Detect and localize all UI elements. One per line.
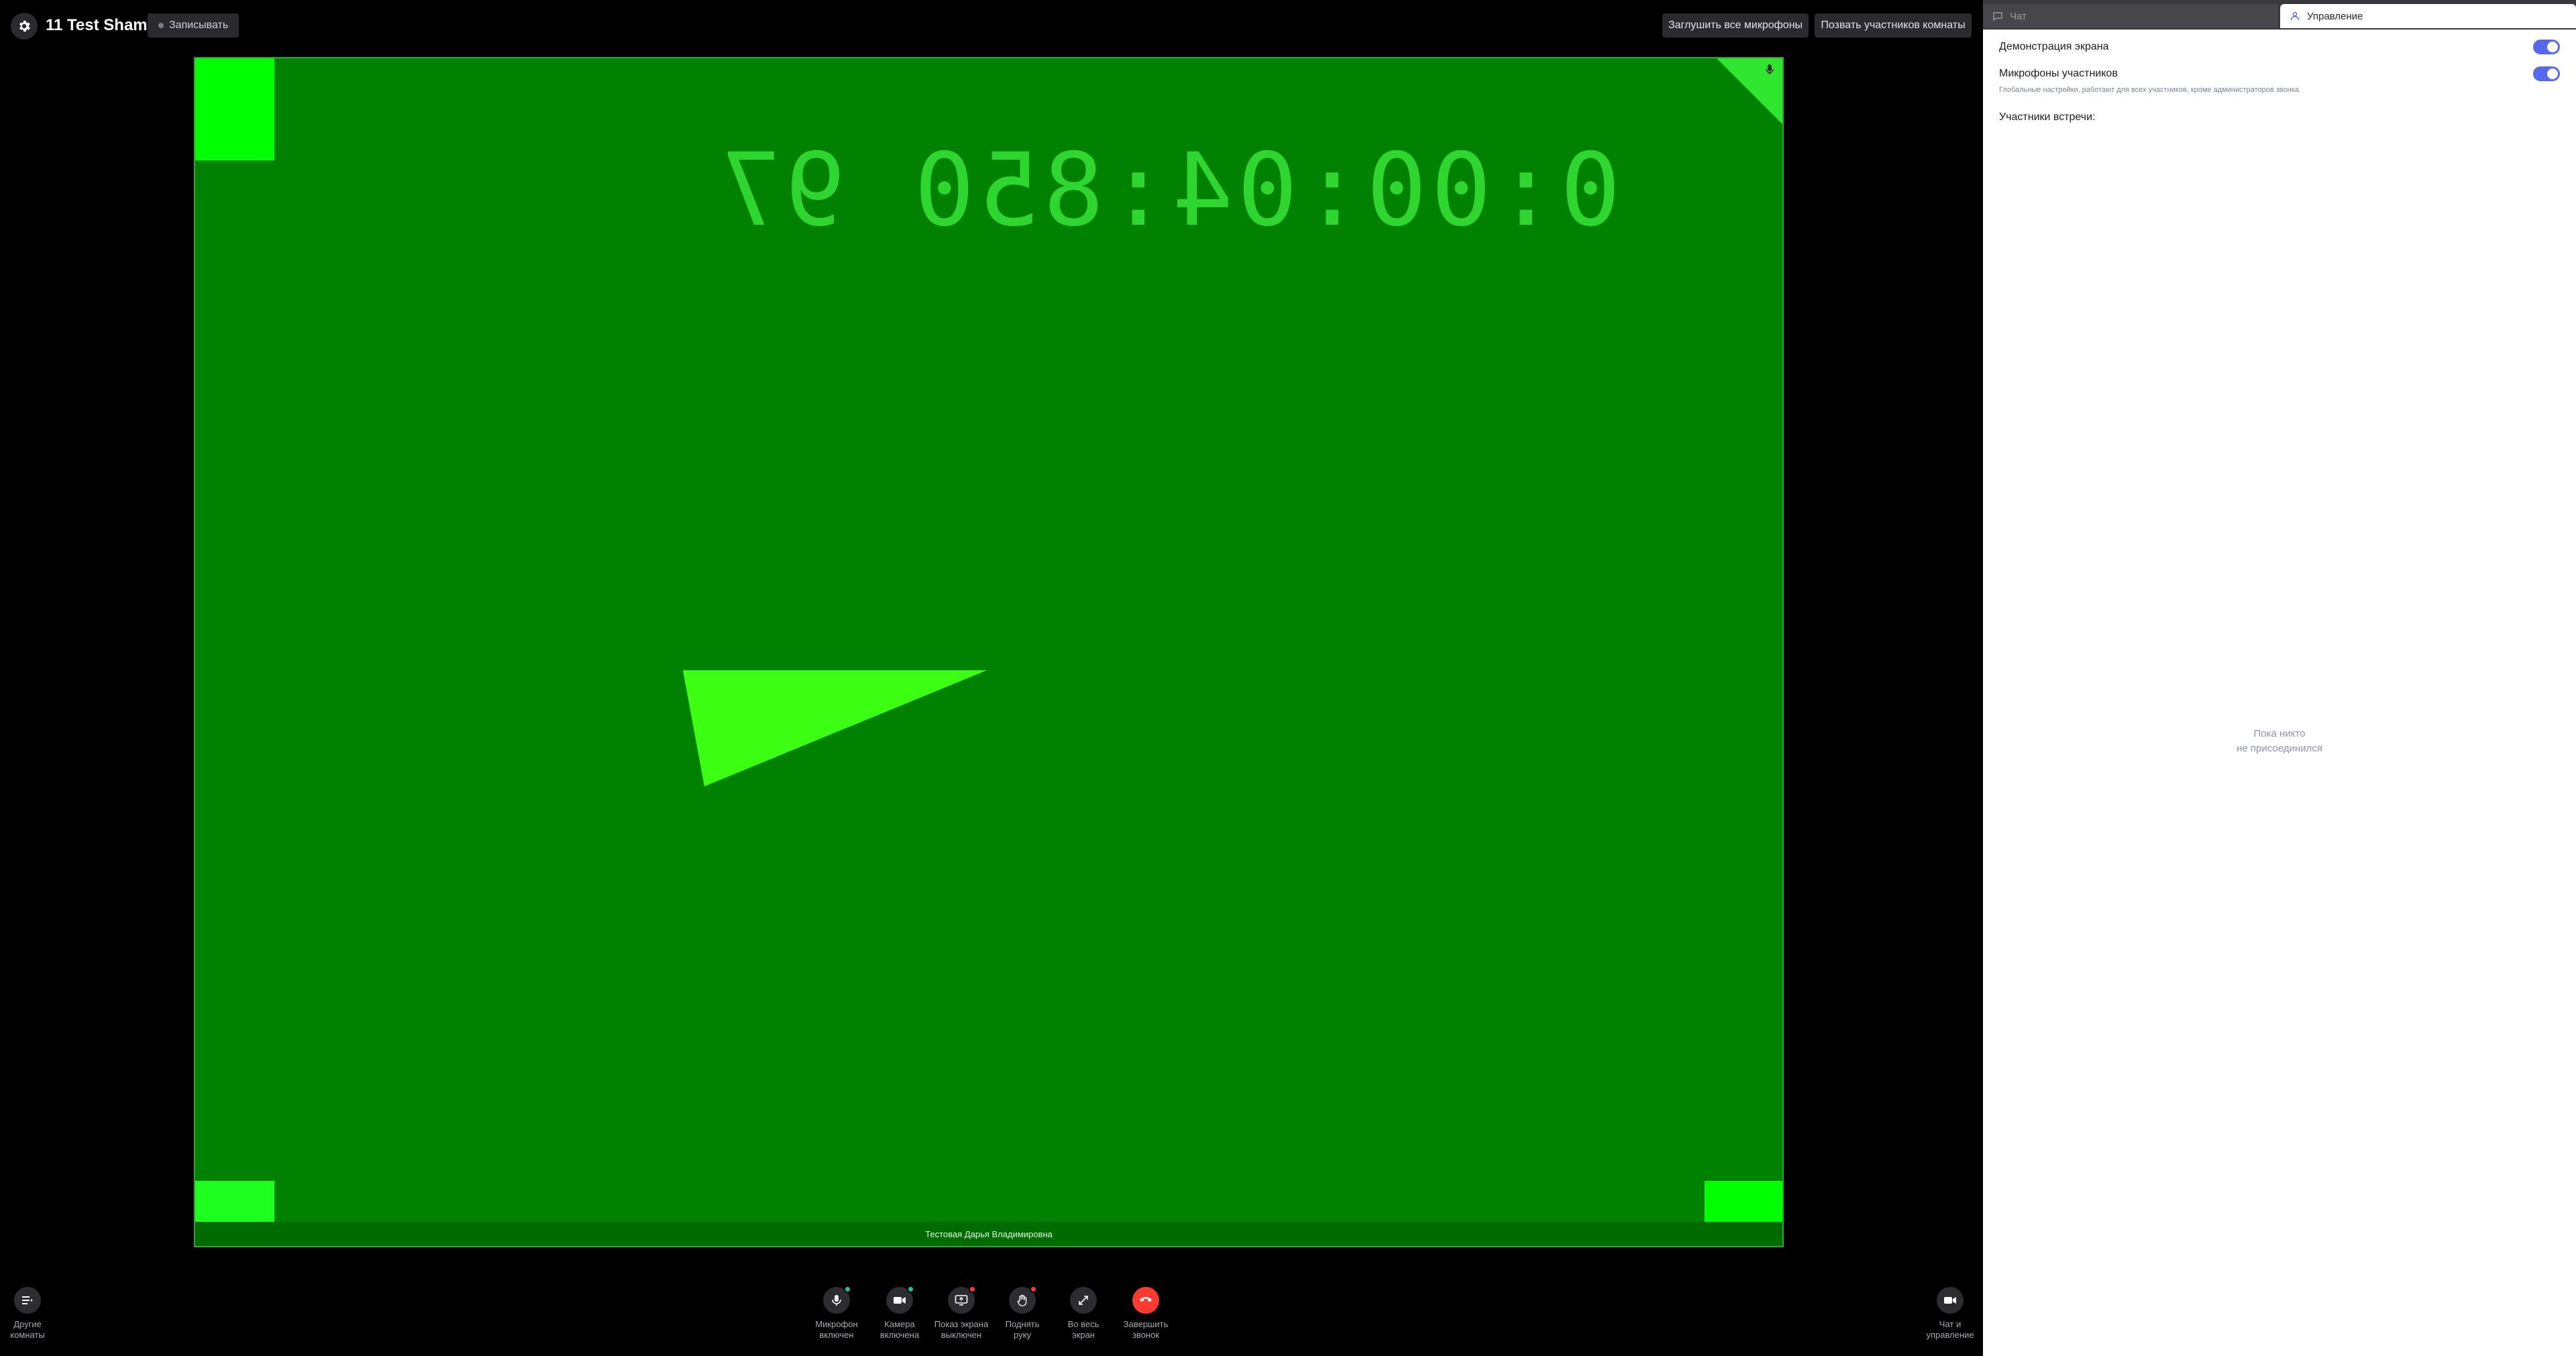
hand-status-badge <box>1030 1286 1037 1293</box>
participants-title: Участники встречи: <box>1999 111 2096 123</box>
chat-bubble-icon <box>1992 11 2003 21</box>
hand-icon <box>1016 1294 1029 1307</box>
mic-label: Микрофон включен <box>815 1319 858 1340</box>
tab-manage-label: Управление <box>2307 10 2363 22</box>
tab-chat-label: Чат <box>2010 10 2027 22</box>
screen-share-button[interactable]: Показ экрана выключен <box>931 1286 991 1341</box>
chat-manage-button[interactable]: Чат и управление <box>1920 1287 1980 1341</box>
bottom-controls: Другие комнаты Микрофон включен Камера в… <box>0 1275 1983 1356</box>
screen-label: Показ экрана выключен <box>934 1319 989 1340</box>
end-call-button[interactable]: Завершить звонок <box>1116 1287 1176 1341</box>
side-panel: Чат Управление Демонстрация экрана Микро… <box>1983 0 2576 1356</box>
fullscreen-label: Во весь экран <box>1067 1319 1099 1340</box>
participant-name: Тестовая Дарья Владимировна <box>925 1229 1053 1239</box>
record-button[interactable]: Записывать <box>148 13 239 38</box>
empty-participants-text: Пока никто не присоединился <box>2237 728 2322 754</box>
mics-setting-note: Глобальные настройки, работают для всех … <box>1999 86 2299 94</box>
camera-status-badge <box>907 1286 914 1293</box>
record-label: Записывать <box>169 19 229 31</box>
mic-toggle-button[interactable]: Микрофон включен <box>806 1286 867 1341</box>
chat-camera-icon <box>1943 1295 1957 1306</box>
panel-tabs: Чат Управление <box>1983 0 2576 30</box>
fullscreen-button[interactable]: Во весь экран <box>1053 1287 1114 1341</box>
camera-toggle-button[interactable]: Камера включена <box>869 1286 930 1341</box>
record-dot-icon <box>158 23 164 28</box>
gear-icon <box>17 19 32 34</box>
mute-all-button[interactable]: Заглушить все микрофоны <box>1662 13 1809 38</box>
other-rooms-label: Другие комнаты <box>10 1319 45 1340</box>
other-rooms-button[interactable]: Другие комнаты <box>0 1287 58 1341</box>
screen-share-icon <box>955 1294 968 1306</box>
people-icon <box>2290 11 2300 21</box>
mics-toggle[interactable] <box>2533 66 2560 81</box>
chat-manage-label: Чат и управление <box>1926 1319 1974 1340</box>
call-participants-button[interactable]: Позвать участников комнаты <box>1815 13 1972 38</box>
video-wedge-shape <box>683 670 987 786</box>
room-title: 11 Test Shamil <box>46 16 156 34</box>
screen-share-setting-label: Демонстрация экрана <box>1999 41 2109 52</box>
mics-setting: Микрофоны участников <box>1999 64 2560 84</box>
settings-button[interactable] <box>11 13 38 40</box>
participant-name-bar: Тестовая Дарья Владимировна <box>195 1222 1782 1246</box>
tab-chat[interactable]: Чат <box>1983 4 2278 28</box>
screen-share-setting: Демонстрация экрана <box>1999 37 2560 57</box>
mic-status-badge <box>844 1286 851 1293</box>
screen-status-badge <box>969 1286 976 1293</box>
screen-share-toggle[interactable] <box>2533 40 2560 54</box>
call-area: 11 Test Shamil Записывать Заглушить все … <box>0 0 1983 1356</box>
microphone-icon <box>830 1294 843 1307</box>
camera-icon <box>893 1295 906 1306</box>
raise-hand-button[interactable]: Поднять руку <box>992 1286 1053 1341</box>
rooms-list-icon <box>21 1294 34 1307</box>
video-tile[interactable]: 0:00:04:850 97 Тестовая Дарья Владимиров… <box>194 57 1784 1247</box>
hand-label: Поднять руку <box>1005 1319 1040 1340</box>
expand-icon <box>1077 1294 1089 1306</box>
end-call-label: Завершить звонок <box>1123 1319 1169 1340</box>
mics-setting-label: Микрофоны участников <box>1999 68 2118 79</box>
tab-manage[interactable]: Управление <box>2280 4 2576 28</box>
hang-up-icon <box>1138 1296 1153 1305</box>
camera-label: Камера включена <box>879 1319 920 1340</box>
top-bar: 11 Test Shamil Записывать Заглушить все … <box>0 0 1983 51</box>
tile-mic-icon <box>1765 64 1774 76</box>
